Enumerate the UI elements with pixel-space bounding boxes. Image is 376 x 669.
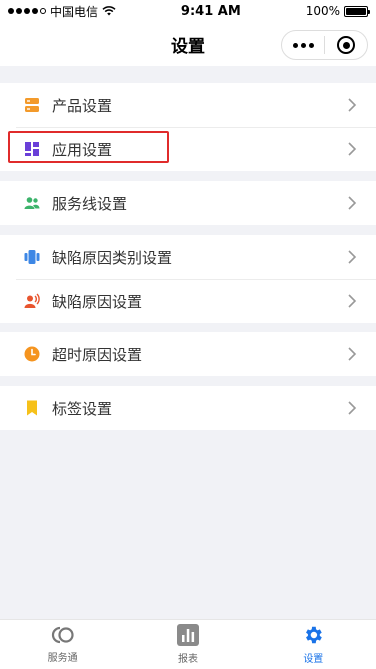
- tab-label: 服务通: [47, 653, 78, 664]
- battery-icon: [344, 5, 370, 17]
- row-tag-settings[interactable]: 标签设置: [0, 386, 376, 430]
- chevron-right-icon: [348, 401, 357, 415]
- chevron-right-icon: [348, 98, 357, 112]
- row-label: 缺陷原因类别设置: [52, 248, 173, 267]
- row-label: 缺陷原因设置: [52, 292, 143, 311]
- server-icon: [24, 97, 40, 113]
- tab-label: 设置: [303, 654, 324, 665]
- tab-reports[interactable]: 报表: [125, 620, 250, 669]
- clock-icon: [24, 346, 40, 362]
- status-time: 9:41 AM: [180, 3, 241, 19]
- mini-program-capsule: [281, 30, 368, 60]
- row-defect-category-settings[interactable]: 缺陷原因类别设置: [0, 235, 376, 279]
- target-icon: [337, 36, 355, 54]
- more-button[interactable]: [282, 31, 324, 59]
- chevron-right-icon: [348, 142, 357, 156]
- status-left: 中国电信: [8, 3, 116, 20]
- row-label: 产品设置: [52, 96, 113, 115]
- row-service-line-settings[interactable]: 服务线设置: [0, 181, 376, 225]
- tab-service[interactable]: 服务通: [0, 620, 125, 669]
- battery-percent: 100%: [305, 4, 340, 18]
- close-mini-program-button[interactable]: [325, 31, 367, 59]
- category-icon: [24, 249, 40, 265]
- service-logo-icon: [51, 626, 74, 644]
- more-icon: [292, 42, 314, 48]
- people-icon: [24, 195, 40, 211]
- settings-group-tags: 标签设置: [0, 386, 376, 430]
- bookmark-icon: [24, 400, 40, 416]
- status-bar: 中国电信 9:41 AM 100%: [0, 0, 376, 22]
- row-label: 服务线设置: [52, 194, 128, 213]
- speaker-person-icon: [24, 293, 40, 309]
- settings-group-service-line: 服务线设置: [0, 181, 376, 225]
- carrier-label: 中国电信: [50, 4, 99, 19]
- tab-bar: 服务通 报表 设置: [0, 619, 376, 669]
- chevron-right-icon: [348, 250, 357, 264]
- highlight-box: [8, 131, 169, 163]
- row-label: 超时原因设置: [52, 345, 143, 364]
- chevron-right-icon: [348, 294, 357, 308]
- row-defect-reason-settings[interactable]: 缺陷原因设置: [0, 279, 376, 323]
- settings-group-defect: 缺陷原因类别设置 缺陷原因设置: [0, 235, 376, 323]
- bar-chart-icon: [176, 624, 199, 646]
- page-title: 设置: [171, 36, 205, 57]
- wifi-icon: [102, 6, 116, 16]
- nav-bar: 设置: [0, 22, 376, 66]
- row-product-settings[interactable]: 产品设置: [0, 83, 376, 127]
- row-timeout-reason-settings[interactable]: 超时原因设置: [0, 332, 376, 376]
- gear-icon: [306, 626, 323, 644]
- signal-icon: [8, 8, 46, 14]
- chevron-right-icon: [348, 196, 357, 210]
- row-label: 标签设置: [52, 399, 113, 418]
- settings-group-timeout: 超时原因设置: [0, 332, 376, 376]
- tab-settings[interactable]: 设置: [251, 620, 376, 669]
- status-right: 100%: [305, 4, 370, 18]
- chevron-right-icon: [348, 347, 357, 361]
- tab-label: 报表: [177, 654, 198, 665]
